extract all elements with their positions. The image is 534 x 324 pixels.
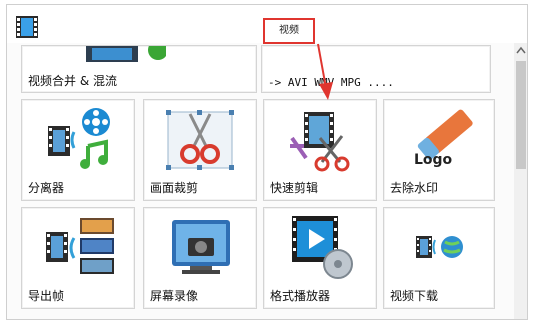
remove-watermark-tile[interactable]: Logo 去除水印 bbox=[383, 99, 495, 201]
screen-camera-icon bbox=[172, 220, 230, 274]
tile-label: 视频下载 bbox=[390, 289, 439, 303]
film-app-icon bbox=[16, 16, 38, 38]
tile-label: 画面裁剪 bbox=[150, 181, 199, 195]
film-reel-music-icon bbox=[48, 108, 110, 169]
film-frames-icon bbox=[46, 218, 114, 274]
convert-format-tile[interactable]: -> AVI WMV MPG .... bbox=[261, 45, 491, 93]
video-category-label[interactable]: 视频 bbox=[263, 18, 315, 44]
scissors-crop-icon bbox=[166, 110, 234, 170]
film-merge-icon bbox=[86, 46, 166, 62]
format-player-tile[interactable]: 格式播放器 bbox=[263, 207, 377, 309]
export-frames-tile[interactable]: 导出帧 bbox=[21, 207, 135, 309]
tile-label: -> AVI WMV MPG .... bbox=[268, 76, 394, 89]
video-download-tile[interactable]: 视频下载 bbox=[383, 207, 495, 309]
play-reel-icon bbox=[292, 216, 353, 279]
splitter-tile[interactable]: 分离器 bbox=[21, 99, 135, 201]
logo-text: Logo bbox=[414, 152, 453, 168]
crop-tile[interactable]: 画面裁剪 bbox=[143, 99, 257, 201]
title-bar: 视频 bbox=[7, 5, 527, 44]
merge-mux-tile[interactable]: 视频合并 & 混流 bbox=[21, 45, 257, 93]
tile-label: 分离器 bbox=[28, 181, 65, 195]
film-scissors-icon bbox=[290, 112, 350, 172]
film-globe-icon bbox=[416, 236, 463, 258]
tile-label: 去除水印 bbox=[390, 181, 439, 195]
tile-label: 格式播放器 bbox=[270, 289, 331, 303]
scroll-up-arrow-icon[interactable] bbox=[514, 43, 528, 59]
tile-label: 导出帧 bbox=[28, 289, 65, 303]
tile-label: 屏幕录像 bbox=[150, 289, 199, 303]
scrollbar-thumb[interactable] bbox=[516, 61, 526, 169]
tile-label: 视频合并 & 混流 bbox=[28, 74, 117, 88]
app-window: 视频 视频合并 & 混流 -> AVI WMV MPG .... 分离器 画面裁… bbox=[6, 4, 528, 320]
tile-label: 快速剪辑 bbox=[270, 181, 319, 195]
quick-cut-tile[interactable]: 快速剪辑 bbox=[263, 99, 377, 201]
screen-record-tile[interactable]: 屏幕录像 bbox=[143, 207, 257, 309]
